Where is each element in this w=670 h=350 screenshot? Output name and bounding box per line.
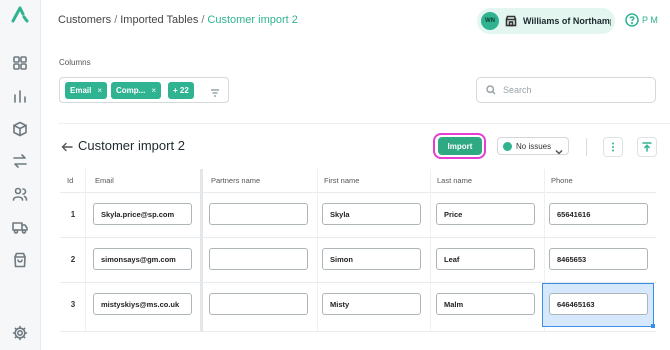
phone-cell[interactable]: 65641616 bbox=[549, 203, 648, 225]
phone-cell-selected[interactable]: 646465163 bbox=[549, 293, 648, 315]
org-avatar: WN bbox=[481, 12, 499, 30]
table-bottom-divider bbox=[60, 331, 656, 332]
export-button[interactable] bbox=[637, 137, 657, 157]
import-table: Id Email Partners name First name Last n… bbox=[60, 169, 656, 346]
settings-icon[interactable] bbox=[11, 324, 29, 342]
first-name-cell[interactable]: Misty bbox=[322, 293, 421, 315]
help-label: P M bbox=[642, 15, 658, 25]
breadcrumb: Customers / Imported Tables / Customer impor… bbox=[58, 14, 298, 26]
first-name-cell[interactable]: Skyla bbox=[322, 203, 421, 225]
back-arrow-icon[interactable] bbox=[61, 140, 73, 152]
status-dot-icon bbox=[503, 141, 512, 151]
columns-filter[interactable]: Email × Comp... × + 22 bbox=[59, 77, 229, 103]
help-button[interactable]: P M bbox=[625, 13, 658, 27]
more-vertical-icon bbox=[612, 142, 614, 152]
more-columns-chip[interactable]: + 22 bbox=[168, 82, 194, 99]
issues-filter-value: No issues bbox=[516, 141, 552, 151]
organization-switcher[interactable]: WN Williams of Northampton bbox=[477, 8, 615, 34]
column-divider bbox=[430, 169, 431, 331]
last-name-cell[interactable]: Malm bbox=[436, 293, 535, 315]
column-divider bbox=[317, 169, 318, 331]
last-name-cell[interactable]: Price bbox=[436, 203, 535, 225]
row-id: 2 bbox=[70, 255, 76, 264]
column-chip-email[interactable]: Email × bbox=[65, 82, 108, 99]
orders-icon[interactable] bbox=[11, 251, 29, 269]
breadcrumb-customers[interactable]: Customers bbox=[58, 14, 111, 26]
column-chip-company[interactable]: Comp... × bbox=[111, 82, 162, 99]
breadcrumb-separator: / bbox=[114, 14, 118, 26]
frozen-column-divider bbox=[200, 169, 203, 331]
chip-label: Email bbox=[70, 86, 92, 95]
selection-fill-handle[interactable] bbox=[651, 324, 655, 328]
row-divider bbox=[60, 237, 656, 238]
column-header-partners-name[interactable]: Partners name bbox=[211, 169, 260, 192]
column-header-id[interactable]: Id bbox=[67, 169, 73, 192]
search-input[interactable] bbox=[503, 85, 643, 95]
email-cell[interactable]: Skyla.price@sp.com bbox=[93, 203, 192, 225]
partners-name-cell[interactable] bbox=[209, 293, 308, 315]
column-header-email[interactable]: Email bbox=[95, 169, 114, 192]
more-options-button[interactable] bbox=[603, 137, 623, 157]
email-cell[interactable]: mistyskiys@ms.co.uk bbox=[93, 293, 192, 315]
last-name-cell[interactable]: Leaf bbox=[436, 248, 535, 270]
partners-name-cell[interactable] bbox=[209, 248, 308, 270]
logo-icon[interactable] bbox=[10, 5, 30, 23]
header-divider bbox=[60, 192, 656, 193]
column-header-last-name[interactable]: Last name bbox=[437, 169, 472, 192]
page-title: Customer import 2 bbox=[78, 138, 185, 153]
breadcrumb-current: Customer import 2 bbox=[207, 14, 298, 26]
issues-filter-select[interactable]: No issues bbox=[497, 137, 569, 155]
customers-icon[interactable] bbox=[11, 185, 29, 203]
column-header-phone[interactable]: Phone bbox=[551, 169, 573, 192]
org-name: Williams of Northampton bbox=[523, 16, 611, 26]
chip-remove-icon[interactable]: × bbox=[97, 86, 102, 95]
help-icon bbox=[625, 13, 639, 27]
analytics-icon[interactable] bbox=[11, 87, 29, 105]
columns-label: Columns bbox=[59, 58, 91, 67]
dashboard-icon[interactable] bbox=[11, 54, 29, 72]
store-icon bbox=[504, 14, 518, 28]
phone-cell[interactable]: 8465653 bbox=[549, 248, 648, 270]
chip-label: + 22 bbox=[173, 86, 189, 95]
search-icon bbox=[486, 85, 496, 95]
row-id: 3 bbox=[70, 300, 76, 309]
chip-label: Comp... bbox=[116, 86, 146, 95]
column-divider bbox=[85, 169, 86, 331]
transfers-icon[interactable] bbox=[11, 152, 29, 170]
sidebar bbox=[0, 0, 41, 350]
partners-name-cell[interactable] bbox=[209, 203, 308, 225]
email-cell[interactable]: simonsays@gm.com bbox=[93, 248, 192, 270]
upload-icon bbox=[642, 142, 652, 152]
breadcrumb-imported-tables[interactable]: Imported Tables bbox=[120, 14, 198, 26]
shipping-icon[interactable] bbox=[11, 218, 29, 236]
row-id: 1 bbox=[70, 210, 76, 219]
chip-remove-icon[interactable]: × bbox=[151, 86, 156, 95]
products-icon[interactable] bbox=[11, 120, 29, 138]
column-header-first-name[interactable]: First name bbox=[324, 169, 359, 192]
import-button[interactable]: Import bbox=[438, 137, 482, 155]
toolbar-divider bbox=[586, 138, 587, 156]
first-name-cell[interactable]: Simon bbox=[322, 248, 421, 270]
chevron-down-icon bbox=[555, 143, 563, 155]
search-box bbox=[476, 77, 656, 103]
filter-icon[interactable] bbox=[210, 85, 220, 97]
breadcrumb-separator: / bbox=[201, 14, 205, 26]
